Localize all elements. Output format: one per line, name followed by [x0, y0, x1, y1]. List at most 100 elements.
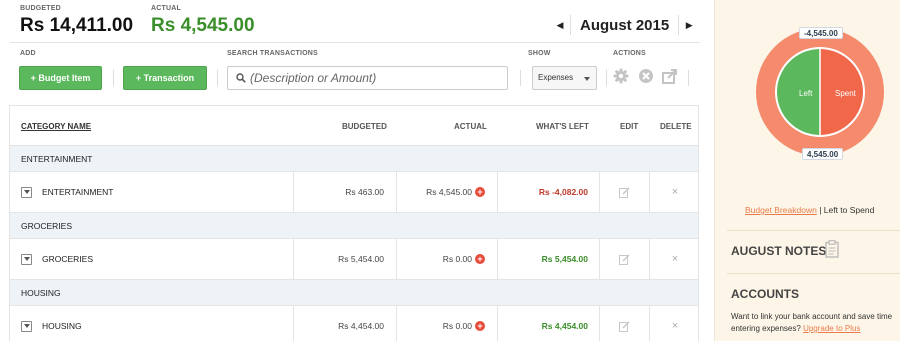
chevron-right-icon: ▶	[685, 19, 693, 30]
category-name: ENTERTAINMENT	[42, 187, 114, 197]
divider	[606, 70, 607, 86]
month-navigator: ◀ August 2015 ▶	[550, 14, 699, 36]
whats-left-header: WHAT'S LEFT	[536, 122, 589, 131]
edit-icon[interactable]	[619, 321, 630, 333]
delete-icon[interactable]: ×	[672, 253, 678, 265]
add-transaction-icon[interactable]: +	[475, 253, 485, 264]
category-cell: ENTERTAINMENT	[10, 172, 293, 213]
pie-left-label: Left	[799, 89, 813, 98]
divider	[520, 70, 521, 86]
search-input[interactable]	[250, 69, 500, 87]
edit-cell	[599, 239, 649, 280]
pie-top-value: -4,545.00	[799, 27, 843, 39]
edit-icon[interactable]	[619, 187, 630, 199]
budget-pie-chart: Left Spent -4,545.00 4,545.00	[755, 22, 885, 162]
actual-value: Rs 0.00	[442, 321, 472, 331]
edit-cell	[599, 306, 649, 341]
table-row: ENTERTAINMENT Rs 463.00 Rs 4,545.00 + Rs …	[10, 172, 698, 213]
show-select[interactable]: Expenses	[532, 66, 597, 90]
divider	[217, 70, 218, 86]
actual-cell: Rs 0.00 +	[396, 239, 497, 280]
pie-spent-label: Spent	[835, 89, 857, 98]
breakdown-separator: |	[816, 205, 824, 215]
delete-icon[interactable]: ×	[672, 320, 678, 332]
whats-left-cell: Rs 4,454.00	[497, 306, 599, 341]
chevron-down-icon[interactable]	[21, 254, 32, 265]
actual-value: Rs 4,545.00	[426, 187, 472, 197]
category-group-header: HOUSING	[10, 280, 698, 306]
actual-header: ACTUAL	[454, 122, 487, 131]
whats-left-cell: Rs 5,454.00	[497, 239, 599, 280]
left-to-spend-label[interactable]: Left to Spend	[824, 205, 875, 215]
accounts-title: ACCOUNTS	[731, 287, 799, 301]
actual-cell: Rs 0.00 +	[396, 306, 497, 341]
edit-cell	[599, 172, 649, 213]
category-name: GROCERIES	[42, 254, 94, 264]
actual-cell: Rs 4,545.00 +	[396, 172, 497, 213]
delete-cell: ×	[649, 306, 700, 341]
category-cell: HOUSING	[10, 306, 293, 341]
search-icon	[236, 73, 246, 83]
budgeted-total: Rs 14,411.00	[20, 15, 134, 36]
delete-cell: ×	[649, 172, 700, 213]
category-group-header: ENTERTAINMENT	[10, 146, 698, 172]
header-divider	[10, 42, 700, 43]
add-transaction-icon[interactable]: +	[475, 320, 485, 331]
next-month-button[interactable]: ▶	[679, 20, 699, 31]
budget-breakdown-link[interactable]: Budget Breakdown	[745, 205, 817, 215]
budget-table: CATEGORY NAME BUDGETED ACTUAL WHAT'S LEF…	[9, 105, 699, 341]
budgeted-header: BUDGETED	[342, 122, 387, 131]
budgeted-label: BUDGETED	[20, 5, 61, 12]
budgeted-cell[interactable]: Rs 463.00	[293, 172, 396, 213]
actual-value: Rs 0.00	[442, 254, 472, 264]
divider	[727, 230, 900, 231]
category-name-header[interactable]: CATEGORY NAME	[21, 122, 91, 131]
category-cell: GROCERIES	[10, 239, 293, 280]
chevron-left-icon: ◀	[556, 19, 564, 30]
delete-header: DELETE	[660, 122, 692, 131]
table-row: HOUSING Rs 4,454.00 Rs 0.00 + Rs 4,454.00…	[10, 306, 698, 341]
search-section-label: SEARCH TRANSACTIONS	[227, 50, 318, 57]
pie-bottom-value: 4,545.00	[802, 148, 844, 160]
prev-month-button[interactable]: ◀	[550, 20, 570, 31]
gear-icon[interactable]	[612, 67, 630, 85]
table-row: GROCERIES Rs 5,454.00 Rs 0.00 + Rs 5,454.…	[10, 239, 698, 280]
divider	[688, 70, 689, 86]
clipboard-icon[interactable]	[825, 240, 839, 258]
breakdown-line: Budget Breakdown | Left to Spend	[745, 205, 874, 215]
actual-label: ACTUAL	[151, 5, 181, 12]
add-transaction-button[interactable]: + Transaction	[123, 66, 207, 90]
notes-title: AUGUST NOTES	[731, 244, 827, 258]
table-header: CATEGORY NAME BUDGETED ACTUAL WHAT'S LEF…	[10, 106, 698, 146]
chevron-down-icon[interactable]	[21, 321, 32, 332]
divider	[727, 273, 900, 274]
category-group-header: GROCERIES	[10, 213, 698, 239]
month-label: August 2015	[580, 16, 670, 34]
divider	[113, 70, 114, 86]
show-select-value: Expenses	[538, 73, 574, 82]
add-section-label: ADD	[20, 50, 36, 57]
chevron-down-icon[interactable]	[21, 187, 32, 198]
actual-total: Rs 4,545.00	[151, 15, 255, 36]
budgeted-cell[interactable]: Rs 4,454.00	[293, 306, 396, 341]
delete-icon[interactable]: ×	[672, 186, 678, 198]
edit-icon[interactable]	[619, 254, 630, 266]
delete-cell: ×	[649, 239, 700, 280]
add-transaction-icon[interactable]: +	[475, 186, 485, 197]
close-circle-icon[interactable]	[637, 67, 655, 85]
add-budget-item-button[interactable]: + Budget Item	[19, 66, 102, 90]
main-panel: BUDGETED Rs 14,411.00 ACTUAL Rs 4,545.00…	[0, 0, 714, 341]
share-icon[interactable]	[661, 67, 679, 85]
upgrade-link[interactable]: Upgrade to Plus	[803, 324, 860, 333]
chevron-down-icon	[584, 77, 590, 81]
actions-section-label: ACTIONS	[613, 50, 646, 57]
accounts-description: Want to link your bank account and save …	[731, 311, 899, 335]
pie-graphic: Left Spent	[756, 28, 884, 156]
edit-header: EDIT	[620, 122, 639, 131]
search-box	[227, 66, 508, 90]
sidebar: Left Spent -4,545.00 4,545.00 Budget Bre…	[714, 0, 900, 341]
show-section-label: SHOW	[528, 50, 551, 57]
category-name: HOUSING	[42, 321, 82, 331]
whats-left-cell: Rs -4,082.00	[497, 172, 599, 213]
budgeted-cell[interactable]: Rs 5,454.00	[293, 239, 396, 280]
